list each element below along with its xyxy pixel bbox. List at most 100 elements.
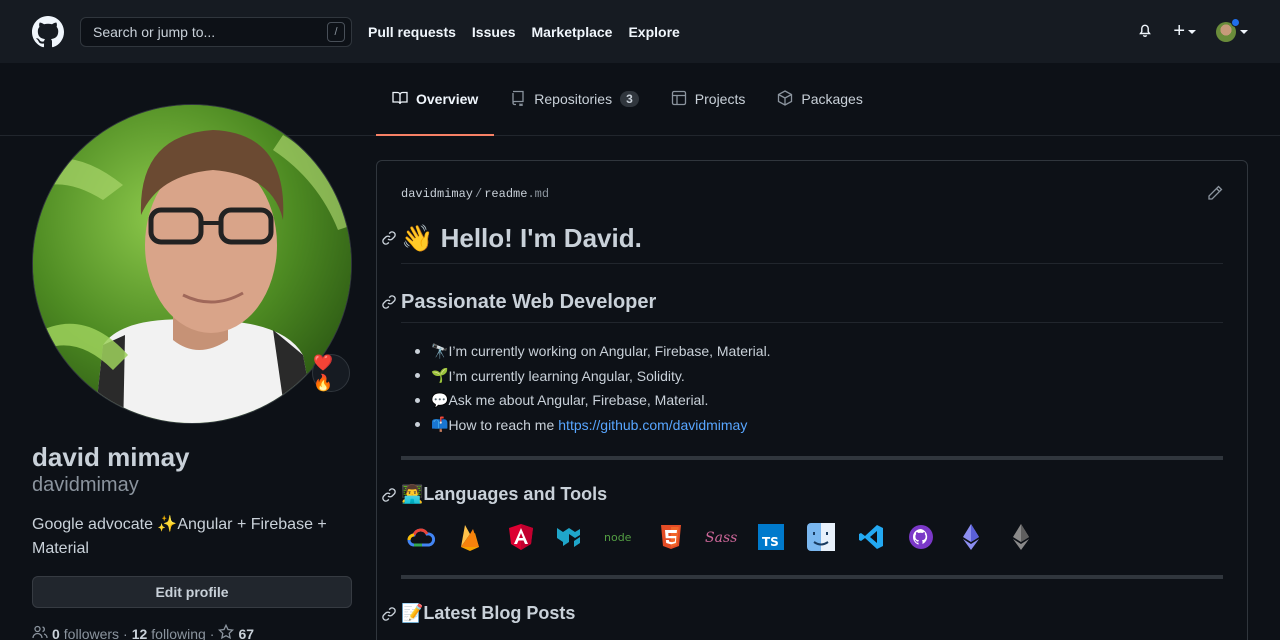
nav-marketplace[interactable]: Marketplace — [532, 24, 613, 40]
svg-text:TS: TS — [762, 535, 779, 549]
search-input[interactable]: Search or jump to... / — [80, 16, 352, 47]
readme-card: davidmimay / readme.md 👋 Hello! I'm David.… — [376, 160, 1248, 640]
package-icon — [777, 89, 793, 109]
subheading-divider — [401, 322, 1223, 323]
vscode-icon[interactable] — [851, 521, 891, 553]
tools-heading: 👨‍💻Languages and Tools — [401, 484, 608, 504]
edit-profile-button[interactable]: Edit profile — [32, 576, 352, 608]
bullet-dot — [415, 397, 420, 403]
profile-tabs: Overview Repositories 3 Projects Package… — [376, 63, 879, 136]
status-emoji-badge[interactable]: ❤️🔥 — [312, 354, 350, 392]
nodejs-icon[interactable]: node — [601, 521, 641, 553]
project-icon — [671, 90, 687, 109]
ethereum-icon[interactable] — [951, 521, 991, 553]
followers-count[interactable]: 0 — [52, 626, 60, 640]
readme-subheading: Passionate Web Developer — [401, 291, 657, 313]
header-actions: + — [1137, 17, 1248, 43]
tab-label: Repositories — [534, 91, 613, 107]
top-nav: Pull requests Issues Marketplace Explore — [368, 24, 680, 40]
anchor-link-icon[interactable] — [381, 606, 397, 622]
horizontal-rule — [401, 456, 1223, 460]
heading-divider — [401, 263, 1223, 264]
bullet-text: How to reach me — [448, 416, 555, 433]
readme-heading: 👋 Hello! I'm David. — [401, 223, 642, 253]
tools-icons: node Sass TS — [401, 521, 1041, 553]
follow-stats: 0 followers · 12 following · 67 — [32, 623, 254, 640]
tab-label: Packages — [801, 91, 863, 107]
profile-bio: Google advocate ✨Angular + Firebase + Ma… — [32, 516, 327, 557]
anchor-link-icon[interactable] — [381, 487, 397, 503]
github-icon[interactable] — [901, 521, 941, 553]
tab-packages[interactable]: Packages — [761, 63, 878, 135]
anchor-link-icon[interactable] — [381, 294, 397, 310]
tab-label: Overview — [416, 91, 479, 107]
repo-count-badge: 3 — [620, 91, 639, 107]
tab-projects[interactable]: Projects — [655, 63, 762, 135]
material-ui-icon[interactable] — [551, 521, 591, 553]
readme-file-name[interactable]: readme — [484, 187, 527, 201]
book-icon — [392, 90, 408, 109]
bullet-emoji: 🔭 — [431, 342, 449, 359]
tab-overview[interactable]: Overview — [376, 63, 495, 136]
stars-count[interactable]: 67 — [238, 626, 254, 640]
profile-username: davidmimay — [32, 474, 139, 496]
avatar — [1216, 17, 1240, 42]
following-count[interactable]: 12 — [132, 626, 148, 640]
create-new-menu[interactable]: + — [1173, 20, 1196, 43]
nav-explore[interactable]: Explore — [628, 24, 679, 40]
bullet-emoji: 💬 — [431, 391, 449, 408]
tab-repositories[interactable]: Repositories 3 — [494, 63, 655, 135]
bell-icon[interactable] — [1137, 22, 1153, 41]
profile-name: david mimay — [32, 442, 190, 472]
user-menu[interactable] — [1216, 17, 1248, 42]
nav-pull-requests[interactable]: Pull requests — [368, 24, 456, 40]
notification-dot — [1231, 17, 1240, 27]
svg-text:node: node — [604, 531, 632, 544]
finder-icon[interactable] — [801, 521, 841, 553]
bullet-emoji: 📫 — [431, 416, 449, 433]
repo-icon — [510, 90, 526, 109]
blog-heading: 📝Latest Blog Posts — [401, 603, 576, 623]
chevron-down-icon — [1240, 29, 1248, 34]
list-item: 🔭 I’m currently working on Angular, Fire… — [401, 339, 771, 364]
nav-issues[interactable]: Issues — [472, 24, 516, 40]
bullet-text: Ask me about Angular, Firebase, Material… — [448, 392, 709, 409]
bullet-dot — [415, 373, 420, 379]
star-icon — [218, 623, 235, 640]
horizontal-rule — [401, 575, 1223, 579]
search-shortcut-hint: / — [327, 21, 345, 42]
readme-path: davidmimay / readme.md — [401, 187, 549, 201]
readme-file-ext: .md — [527, 187, 550, 201]
bullet-dot — [415, 422, 420, 428]
anchor-link-icon[interactable] — [381, 230, 397, 246]
bullet-dot — [415, 348, 420, 354]
bullet-text: I’m currently learning Angular, Solidity… — [448, 367, 685, 384]
separator: · — [123, 625, 128, 640]
people-icon — [32, 624, 48, 640]
list-item: 🌱 I’m currently learning Angular, Solidi… — [401, 364, 771, 389]
bullet-text: I’m currently working on Angular, Fireba… — [448, 343, 771, 360]
readme-owner[interactable]: davidmimay — [401, 187, 473, 201]
pencil-icon[interactable] — [1207, 185, 1223, 201]
bullet-emoji: 🌱 — [431, 367, 449, 384]
search-placeholder: Search or jump to... — [93, 23, 216, 40]
profile-avatar[interactable] — [32, 104, 352, 424]
github-profile-link[interactable]: https://github.com/davidmimay — [558, 417, 747, 433]
path-separator: / — [475, 187, 483, 201]
firebase-icon[interactable] — [451, 521, 491, 553]
sass-icon[interactable]: Sass — [701, 521, 741, 553]
separator: · — [209, 625, 215, 640]
bullet-list: 🔭 I’m currently working on Angular, Fire… — [401, 339, 771, 437]
followers-label[interactable]: followers — [64, 626, 119, 640]
chevron-down-icon — [1188, 29, 1196, 34]
angular-icon[interactable] — [501, 521, 541, 553]
ethereum-gray-icon[interactable] — [1001, 521, 1041, 553]
typescript-icon[interactable]: TS — [751, 521, 791, 553]
svg-text:Sass: Sass — [705, 530, 737, 546]
html5-icon[interactable] — [651, 521, 691, 553]
following-label[interactable]: following — [151, 626, 205, 640]
list-item: 📫 How to reach me https://github.com/dav… — [401, 413, 771, 438]
google-cloud-icon[interactable] — [401, 521, 441, 553]
github-logo-icon[interactable] — [32, 15, 64, 48]
tab-label: Projects — [694, 91, 746, 107]
